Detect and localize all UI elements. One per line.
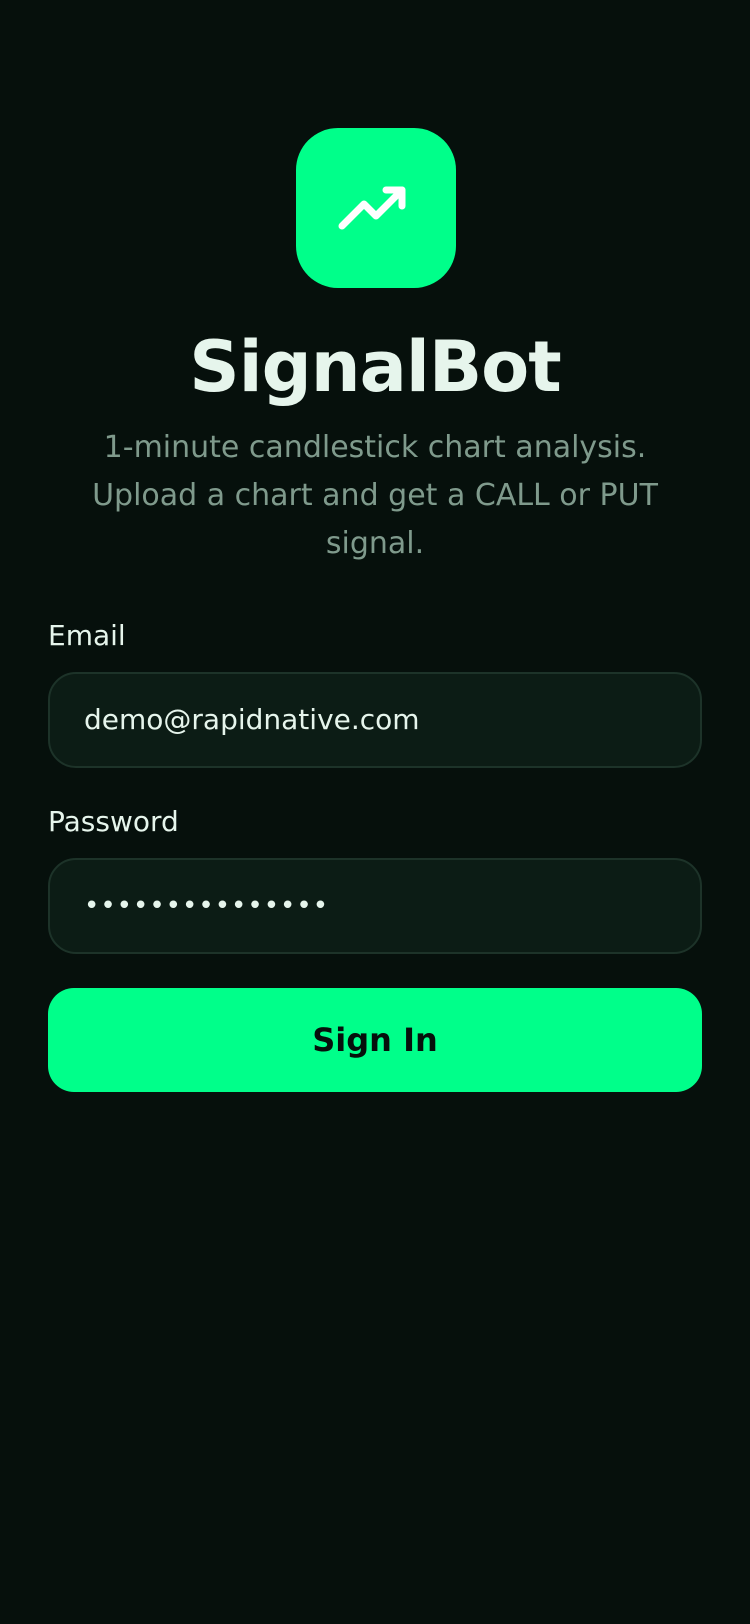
sign-in-button[interactable]: Sign In	[48, 988, 702, 1092]
app-subtitle: 1-minute candlestick chart analysis. Upl…	[92, 430, 658, 561]
app-logo	[296, 128, 456, 288]
email-field[interactable]: demo@rapidnative.com	[48, 672, 702, 768]
trending-up-icon	[338, 186, 406, 230]
login-screen: SignalBot 1-minute candlestick chart ana…	[0, 0, 750, 1624]
password-label: Password	[48, 805, 179, 838]
password-value: •••••••••••••••	[84, 891, 330, 921]
password-field[interactable]: •••••••••••••••	[48, 858, 702, 954]
app-title: SignalBot	[189, 326, 562, 408]
email-label: Email	[48, 619, 126, 652]
sign-in-label: Sign In	[312, 1021, 438, 1059]
email-value: demo@rapidnative.com	[84, 703, 420, 736]
